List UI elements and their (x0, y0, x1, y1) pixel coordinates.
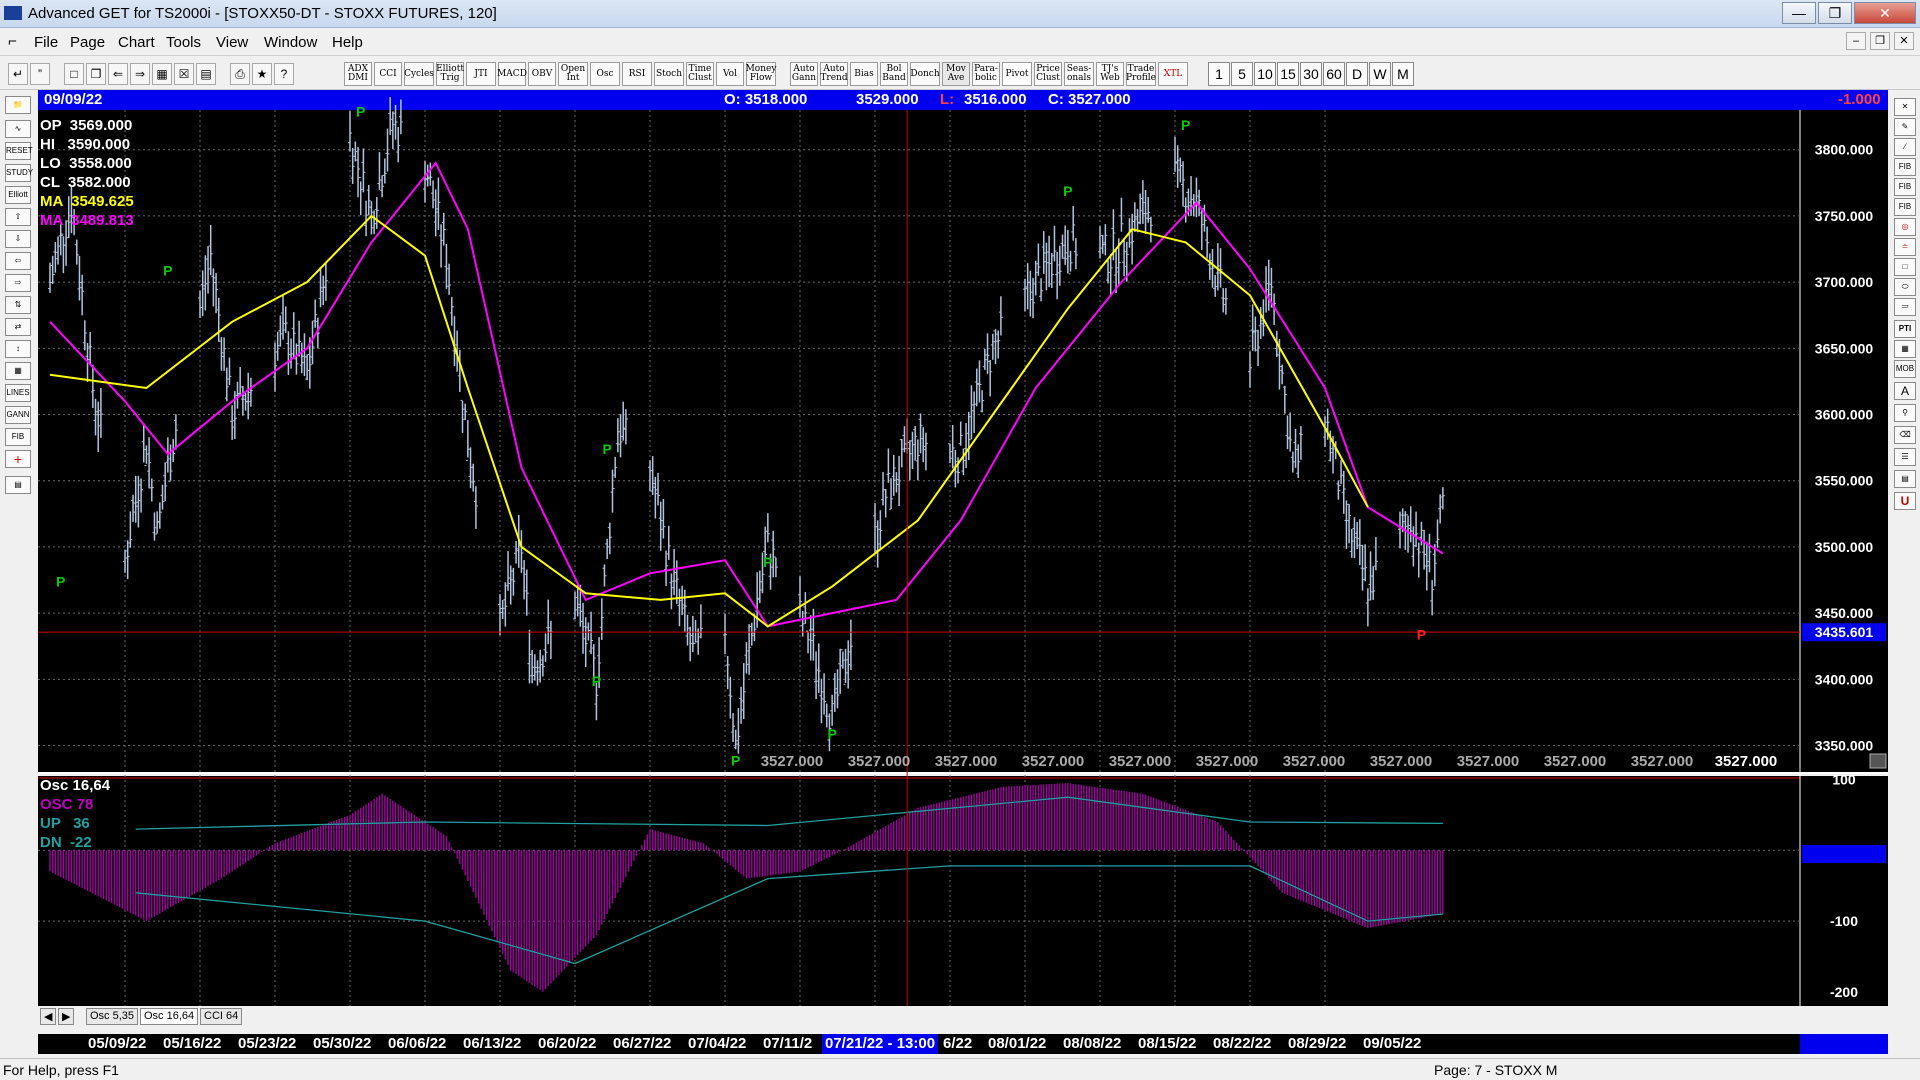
pivot-marker: P (163, 263, 172, 279)
legend-ma-fast: MA 3549.625 (40, 193, 134, 210)
tab-prev-icon[interactable]: ◀ (40, 1008, 56, 1025)
osc-zero-box (1802, 845, 1886, 863)
tab-osc-16-64[interactable]: Osc 16,64 (140, 1008, 199, 1025)
osc-tick-label: -100 (1830, 913, 1858, 929)
pivot-marker: P (56, 574, 65, 590)
tab-next-icon[interactable]: ▶ (58, 1008, 74, 1025)
date-label: 05/30/22 (313, 1035, 372, 1052)
bottom-value-label: 3527.000 (1457, 753, 1520, 770)
price-tick-label: 3550.000 (1815, 473, 1874, 489)
legend-cl: CL 3582.000 (40, 174, 131, 191)
osc-value: OSC 78 (40, 796, 93, 813)
date-label: 05/23/22 (238, 1035, 297, 1052)
date-label: 08/15/22 (1138, 1035, 1197, 1052)
bottom-value-label: 3527.000 (848, 753, 911, 770)
status-page: Page: 7 - STOXX M (1434, 1062, 1558, 1078)
bottom-value-label: 3527.000 (1544, 753, 1607, 770)
pivot-marker: P (763, 554, 772, 570)
pivot-marker: P (602, 441, 611, 457)
date-axis: 05/09/22 05/16/22 05/23/22 05/30/22 06/0… (38, 1034, 1888, 1054)
date-label: 08/29/22 (1288, 1035, 1347, 1052)
price-tick-label: 3700.000 (1815, 274, 1874, 290)
chart-canvas[interactable]: P P P P P P P P P P P 3800.000 3750.000 3700.000 3650… (0, 0, 1920, 1080)
tab-osc-5-35[interactable]: Osc 5,35 (86, 1008, 139, 1025)
price-cursor-label: 3435.601 (1815, 624, 1874, 640)
osc-tick-label: -200 (1830, 984, 1858, 1000)
date-label: 08/08/22 (1063, 1035, 1122, 1052)
cursor-date-label: 07/21/22 - 13:00 (822, 1034, 939, 1054)
bottom-value-label: 3527.000 (1631, 753, 1694, 770)
pivot-marker: P (356, 104, 365, 120)
price-tick-label: 3600.000 (1815, 407, 1874, 423)
price-tick-label: 3750.000 (1815, 208, 1874, 224)
bottom-value-label: 3527.000 (935, 753, 998, 770)
date-label: 06/06/22 (388, 1035, 447, 1052)
tab-cci-64[interactable]: CCI 64 (200, 1008, 243, 1025)
date-label: 6/22 (943, 1035, 973, 1052)
osc-title: Osc 16,64 (40, 777, 111, 794)
osc-tick-label: 100 (1832, 772, 1856, 788)
date-label: 06/13/22 (463, 1035, 522, 1052)
bottom-value-label: 3527.000 (1196, 753, 1259, 770)
date-label: 09/05/22 (1363, 1035, 1422, 1052)
panel-tabs: ◀ ▶ Osc 5,35 Osc 16,64 CCI 64 (38, 1007, 1888, 1027)
legend-op: OP 3569.000 (40, 117, 132, 134)
pivot-marker: P (1063, 183, 1072, 199)
bottom-value-label: 3527.000 (1370, 753, 1433, 770)
date-label: 07/11/2 (763, 1035, 813, 1052)
date-label: 07/04/22 (688, 1035, 747, 1052)
date-label: 05/09/22 (88, 1035, 147, 1052)
price-tick-label: 3800.000 (1815, 142, 1874, 158)
status-bar: For Help, press F1 Page: 7 - STOXX M (0, 1058, 1920, 1080)
bottom-value-label: 3527.000 (1022, 753, 1085, 770)
osc-up: UP 36 (40, 815, 90, 832)
pivot-marker-recent: P (1417, 626, 1426, 642)
bottom-value-label: 3527.000 (1283, 753, 1346, 770)
osc-dn: DN -22 (40, 834, 92, 851)
pivot-marker: P (592, 673, 601, 689)
bottom-value-label: 3527.000 (761, 753, 824, 770)
pivot-marker: P (731, 752, 740, 768)
pivot-marker: P (827, 726, 836, 742)
legend-lo: LO 3558.000 (40, 155, 132, 172)
price-panel-bg (38, 110, 1888, 772)
last-value-label: 3527.000 (1715, 753, 1778, 770)
status-help: For Help, press F1 (3, 1062, 119, 1078)
bottom-value-label: 3527.000 (1109, 753, 1172, 770)
date-label: 08/01/22 (988, 1035, 1047, 1052)
price-tick-label: 3400.000 (1815, 671, 1874, 687)
price-tick-label: 3350.000 (1815, 738, 1874, 754)
price-tick-label: 3450.000 (1815, 605, 1874, 621)
bottom-value-row: 3527.000 3527.000 3527.000 3527.000 3527.000… (761, 753, 1694, 770)
legend-hi: HI 3590.000 (40, 136, 130, 153)
chart-scroll-icon[interactable] (1869, 753, 1887, 769)
price-tick-label: 3650.000 (1815, 340, 1874, 356)
price-tick-label: 3500.000 (1815, 539, 1874, 555)
legend-ma-slow: MA 3489.813 (40, 212, 134, 229)
date-axis-end (1800, 1034, 1888, 1054)
pivot-marker: P (1181, 117, 1190, 133)
date-label: 05/16/22 (163, 1035, 222, 1052)
date-label: 06/20/22 (538, 1035, 597, 1052)
date-label: 08/22/22 (1213, 1035, 1272, 1052)
date-label: 06/27/22 (613, 1035, 672, 1052)
